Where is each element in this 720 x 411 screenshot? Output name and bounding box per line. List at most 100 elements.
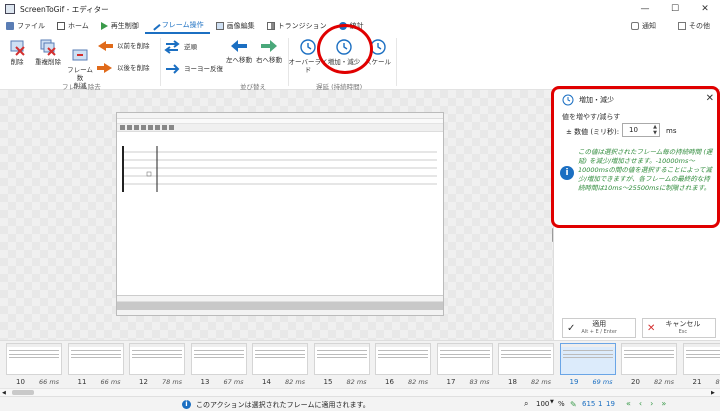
frame-delay: 82 ms xyxy=(531,378,552,386)
image-icon xyxy=(215,22,224,30)
delete-before-button[interactable]: 以前を削除 xyxy=(96,40,158,52)
frame-thumbnail[interactable] xyxy=(67,343,124,375)
selected-count: 1 xyxy=(598,400,603,408)
other-button[interactable]: その他 xyxy=(672,18,716,34)
last-frame-icon[interactable]: » xyxy=(661,399,674,408)
yoyo-button[interactable]: ヨーヨー反復 xyxy=(164,62,224,76)
apply-shortcut: Alt + E / Enter xyxy=(581,328,617,335)
cancel-label: キャンセル xyxy=(665,319,701,328)
frame-thumbnail[interactable] xyxy=(313,343,370,375)
frame-thumbnail[interactable] xyxy=(559,343,616,375)
arrow-right-icon xyxy=(261,40,277,52)
duplicate-delete-icon xyxy=(40,39,56,56)
frame-thumbnail[interactable] xyxy=(6,343,62,375)
frame-delay: 78 ms xyxy=(162,378,183,386)
frame-thumbnail[interactable] xyxy=(682,343,720,375)
frame-number: 12 xyxy=(139,378,148,386)
next-frame-icon[interactable]: › xyxy=(650,399,661,408)
frame-number: 11 xyxy=(77,378,87,386)
frame-thumbnail[interactable] xyxy=(252,343,308,375)
preview-score xyxy=(117,132,443,192)
highlight-circle xyxy=(317,24,373,74)
move-left-button[interactable]: 左へ移動 xyxy=(224,38,254,64)
cancel-shortcut: Esc xyxy=(678,328,688,335)
frame-count: 615 xyxy=(582,400,596,408)
tab-home[interactable]: ホーム xyxy=(51,18,95,34)
ribbon-separator xyxy=(396,38,397,86)
bell-icon xyxy=(631,22,639,30)
apply-label: 適用 xyxy=(592,319,607,328)
frame-number: 13 xyxy=(200,378,210,386)
scrollbar-thumb[interactable] xyxy=(12,390,34,395)
frame-thumbnail[interactable] xyxy=(375,343,431,375)
transition-icon xyxy=(266,22,275,30)
tab-file[interactable]: ファイル xyxy=(0,18,51,34)
zoom-value[interactable]: 100 xyxy=(536,400,549,408)
maximize-button[interactable]: ☐ xyxy=(660,0,690,18)
frame-preview xyxy=(116,112,444,316)
frame-delay: 83 ms xyxy=(469,378,490,386)
reverse-icon xyxy=(164,40,180,54)
previous-frame-icon[interactable]: ‹ xyxy=(639,399,650,408)
pencil-icon xyxy=(149,19,161,31)
checkmark-icon: ✓ xyxy=(567,322,576,334)
frames-icon: ✎ xyxy=(570,400,577,409)
status-bar: i このアクションは選択されたフレームに適用されます。 ⌕ 100 ▼ % ✎ … xyxy=(0,396,720,411)
frame-delay: 82 ms xyxy=(285,378,306,386)
yoyo-icon xyxy=(166,64,180,74)
horizontal-scrollbar[interactable]: ◀ ▶ xyxy=(0,388,720,396)
frame-number: 17 xyxy=(446,378,456,386)
delete-before-icon xyxy=(98,41,113,51)
tab-image-edit[interactable]: 画像編集 xyxy=(210,18,261,34)
navigation-arrows[interactable]: «‹›» xyxy=(626,399,674,408)
frame-thumbnail[interactable] xyxy=(436,343,493,375)
grid-icon xyxy=(678,22,686,30)
highlight-box xyxy=(551,86,720,228)
delete-after-button[interactable]: 以後を削除 xyxy=(96,62,158,74)
minimize-button[interactable]: — xyxy=(630,0,660,18)
tab-transitions[interactable]: トランジション xyxy=(261,18,333,34)
frame-number: 21 xyxy=(692,378,702,386)
title-bar: ScreenToGif - エディター — ☐ ✕ xyxy=(0,0,720,18)
zoom-dropdown-icon[interactable]: ▼ xyxy=(550,399,554,405)
play-icon xyxy=(100,22,108,30)
app-icon xyxy=(5,4,15,14)
apply-button[interactable]: ✓ 適用 Alt + E / Enter xyxy=(562,318,636,338)
frame-thumbnail[interactable] xyxy=(621,343,677,375)
frame-thumbnail[interactable] xyxy=(190,343,247,375)
preview-track-list xyxy=(117,295,443,315)
status-info-icon: i xyxy=(182,400,191,409)
ribbon-separator xyxy=(160,38,161,86)
zoom-icon[interactable]: ⌕ xyxy=(524,399,528,409)
frame-thumbnail[interactable] xyxy=(129,343,185,375)
notifications-button[interactable]: 通知 xyxy=(625,18,662,34)
delete-icon xyxy=(10,40,25,56)
delete-after-icon xyxy=(97,63,112,73)
window-title: ScreenToGif - エディター xyxy=(20,4,109,14)
zoom-unit: % xyxy=(558,400,565,408)
frame-number: 19 xyxy=(569,378,579,386)
frame-number: 10 xyxy=(16,378,25,386)
frame-delay: 66 ms xyxy=(39,378,60,386)
delete-button[interactable]: 削除 xyxy=(2,38,32,66)
tab-frame-ops[interactable]: フレーム操作 xyxy=(144,18,210,34)
frame-number: 18 xyxy=(508,378,517,386)
first-frame-icon[interactable]: « xyxy=(626,399,639,408)
frame-thumbnail[interactable] xyxy=(498,343,554,375)
reverse-button[interactable]: 逆順 xyxy=(164,40,214,54)
frame-delay: 67 ms xyxy=(223,378,244,386)
cancel-button[interactable]: ✕ キャンセル Esc xyxy=(642,318,716,338)
save-icon xyxy=(6,22,14,30)
frame-delay: 82 ms xyxy=(408,378,429,386)
frame-number: 14 xyxy=(262,378,271,386)
clock-icon xyxy=(300,39,316,55)
close-window-button[interactable]: ✕ xyxy=(690,0,720,18)
move-right-button[interactable]: 右へ移動 xyxy=(254,38,284,64)
frame-delay: 69 ms xyxy=(592,378,613,386)
frame-number: 16 xyxy=(385,378,394,386)
status-message: このアクションは選択されたフレームに適用されます。 xyxy=(196,401,370,409)
tab-playback[interactable]: 再生制御 xyxy=(95,18,145,34)
remove-duplicates-button[interactable]: 重複削除 xyxy=(32,38,64,66)
frame-delay: 66 ms xyxy=(100,378,121,386)
preview-toolbar xyxy=(117,124,443,132)
